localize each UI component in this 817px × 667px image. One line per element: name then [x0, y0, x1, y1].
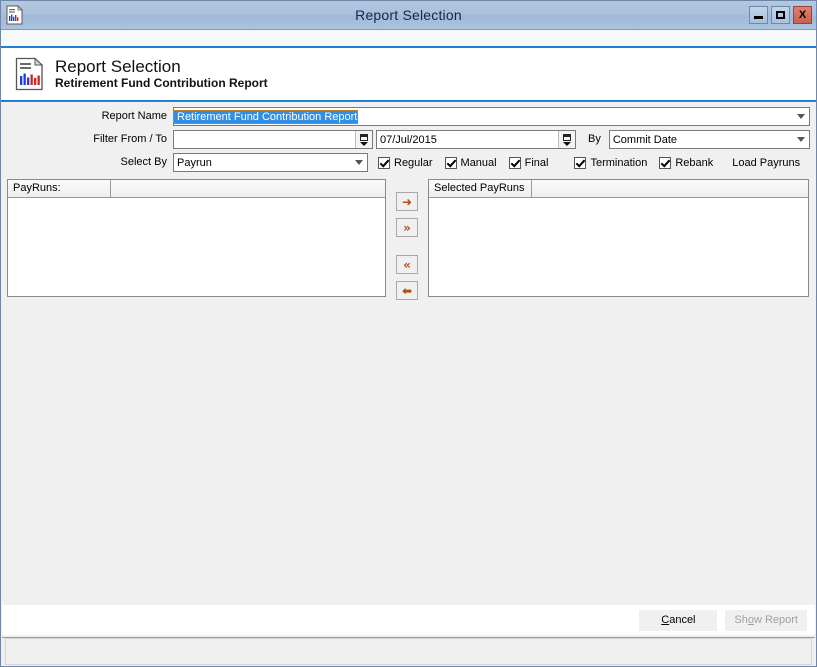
window-title: Report Selection [355, 7, 462, 23]
move-all-right-button[interactable]: » [396, 218, 418, 237]
select-by-value[interactable]: Payrun [174, 157, 212, 169]
page-title: Report Selection [55, 56, 181, 76]
move-right-button[interactable]: ➜ [396, 192, 418, 211]
page-header: Report Selection Retirement Fund Contrib… [1, 48, 816, 102]
report-chart-icon [6, 5, 23, 25]
cancel-label-accel: C [661, 614, 670, 626]
show-report-label-post: w Report [753, 614, 798, 626]
filter-range-row: Filter From / To 07/Jul/2015 By Commit D… [7, 129, 810, 150]
page-header-text: Report Selection Retirement Fund Contrib… [55, 57, 268, 91]
chevron-down-icon[interactable] [350, 154, 367, 171]
checkbox-manual-box[interactable] [444, 156, 457, 169]
status-bar [2, 637, 815, 665]
move-left-button[interactable]: ⬅ [396, 281, 418, 300]
cancel-button[interactable]: Cancel [639, 609, 718, 631]
title-bar[interactable]: Report Selection X [1, 1, 816, 30]
filter-to-date-input[interactable]: 07/Jul/2015 [376, 130, 576, 149]
checkbox-rebank-box[interactable] [659, 156, 672, 169]
minimize-icon [754, 16, 763, 19]
select-by-label: Select By [7, 152, 173, 173]
filter-by-value[interactable]: Commit Date [610, 134, 677, 146]
chevron-down-icon[interactable] [792, 108, 809, 125]
checkbox-manual-label: Manual [460, 156, 497, 169]
maximize-button[interactable] [771, 6, 790, 24]
selected-payruns-list[interactable]: Selected PayRuns [428, 179, 809, 297]
report-name-value[interactable]: Retirement Fund Contribution Report [172, 109, 359, 124]
report-name-combo[interactable]: Retirement Fund Contribution Report [172, 107, 810, 126]
checkbox-termination[interactable]: Termination [574, 156, 648, 169]
window-controls: X [749, 6, 812, 24]
available-payruns-column-1[interactable]: PayRuns: [8, 180, 111, 197]
selected-payruns-column-2[interactable] [532, 180, 808, 197]
transfer-button-group: ➜ » « ⬅ [386, 179, 428, 307]
calendar-icon[interactable] [558, 131, 575, 148]
load-payruns-button[interactable]: Load Payruns [723, 153, 810, 172]
available-payruns-column-2[interactable] [111, 180, 385, 197]
select-by-combo[interactable]: Payrun [173, 153, 368, 172]
status-bar-pane [5, 638, 812, 665]
close-button[interactable]: X [793, 6, 812, 24]
maximize-icon [776, 11, 785, 19]
checkbox-regular[interactable]: Regular [378, 156, 433, 169]
minimize-button[interactable] [749, 6, 768, 24]
calendar-icon[interactable] [355, 131, 372, 148]
show-report-label-pre: Sh [734, 614, 748, 626]
selected-payruns-body[interactable] [429, 198, 808, 296]
available-payruns-body[interactable] [8, 198, 385, 296]
filter-range-label: Filter From / To [7, 129, 173, 150]
available-payruns-list[interactable]: PayRuns: [7, 179, 386, 297]
available-payruns-header: PayRuns: [8, 180, 385, 198]
toolbar-strip [1, 30, 816, 48]
selected-payruns-column-1[interactable]: Selected PayRuns [429, 180, 532, 197]
report-name-label: Report Name [7, 106, 173, 127]
checkbox-manual[interactable]: Manual [444, 156, 497, 169]
checkbox-rebank[interactable]: Rebank [659, 156, 714, 169]
report-filter-form: Report Name Retirement Fund Contribution… [1, 102, 816, 173]
report-selection-window: Report Selection X Report Selection Reti… [0, 0, 817, 667]
payruns-selection-area: PayRuns: ➜ » « ⬅ Selected PayRuns [1, 175, 816, 307]
checkbox-final-label: Final [524, 156, 549, 169]
chevron-down-icon[interactable] [792, 131, 809, 148]
selected-payruns-header: Selected PayRuns [429, 180, 808, 198]
checkbox-termination-box[interactable] [574, 156, 587, 169]
filter-from-date-input[interactable] [173, 130, 373, 149]
filter-to-value[interactable]: 07/Jul/2015 [377, 134, 437, 146]
checkbox-termination-label: Termination [590, 156, 648, 169]
checkbox-regular-label: Regular [394, 156, 433, 169]
dialog-footer: Cancel Sh o w Report [2, 605, 815, 635]
report-chart-icon [15, 57, 44, 91]
filter-by-combo[interactable]: Commit Date [608, 130, 810, 149]
filter-by-label: By [580, 129, 609, 150]
report-name-row: Report Name Retirement Fund Contribution… [7, 106, 810, 127]
checkbox-rebank-label: Rebank [675, 156, 714, 169]
checkbox-regular-box[interactable] [378, 156, 390, 169]
show-report-button[interactable]: Sh o w Report [725, 609, 807, 631]
page-subtitle: Retirement Fund Contribution Report [55, 76, 268, 91]
move-all-left-button[interactable]: « [396, 255, 418, 274]
select-by-row: Select By Payrun Regular Manual Final Te… [7, 152, 810, 173]
checkbox-final-box[interactable] [508, 156, 521, 169]
cancel-label-post: ancel [669, 614, 696, 626]
checkbox-final[interactable]: Final [508, 156, 549, 169]
